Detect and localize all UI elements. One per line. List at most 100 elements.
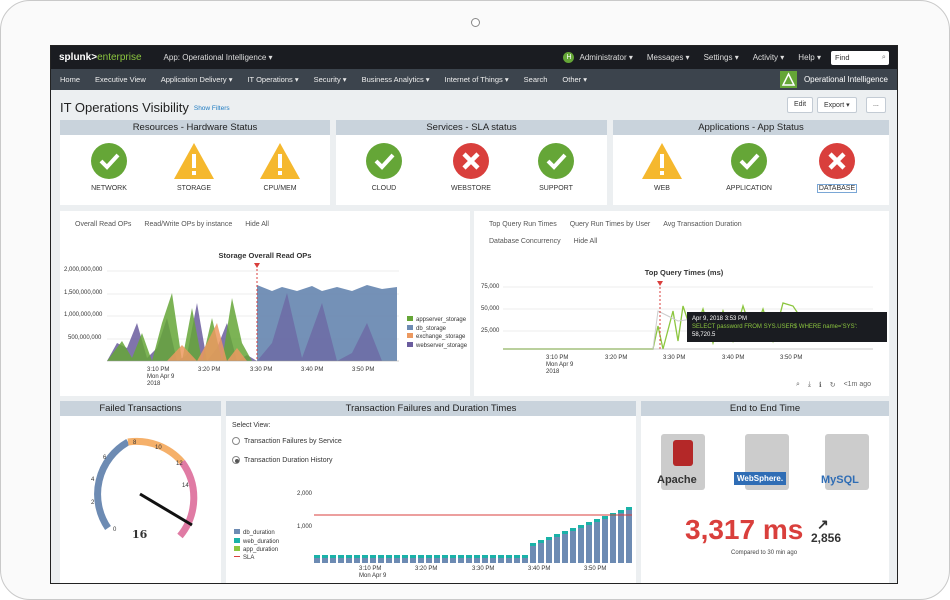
duration-bar-web — [562, 531, 568, 534]
support-status[interactable]: SUPPORT — [526, 142, 586, 192]
gauge-tick: 10 — [155, 445, 162, 451]
x-date: Mon Apr 9 — [546, 362, 574, 368]
duration-bar-web — [530, 543, 536, 546]
find-input[interactable]: Find ⌕ — [831, 50, 889, 65]
export-button[interactable]: Export ▾ — [817, 97, 857, 113]
tab-hide-all[interactable]: Hide All — [245, 221, 269, 228]
search-icon[interactable]: ⌕ — [796, 381, 800, 389]
nav-internet-of-things[interactable]: Internet of Things ▾ — [445, 75, 509, 84]
duration-bar — [546, 537, 552, 563]
radio-duration-history[interactable]: Transaction Duration History — [232, 456, 332, 464]
webstore-status[interactable]: WEBSTORE — [441, 142, 501, 192]
duration-bar-web — [394, 555, 400, 558]
legend-item[interactable]: webserver_storage — [407, 341, 467, 351]
title-row: IT Operations Visibility Show Filters — [51, 95, 897, 119]
x-tick: 3:40 PM — [722, 355, 745, 361]
duration-bar-web — [458, 555, 464, 558]
nav-security[interactable]: Security ▾ — [314, 75, 347, 84]
application-status[interactable]: APPLICATION — [719, 142, 779, 192]
activity-menu[interactable]: Activity ▾ — [753, 53, 785, 62]
web-status[interactable]: WEB — [632, 142, 692, 192]
gauge-tick: 0 — [113, 527, 117, 533]
y-tick: 500,000,000 — [68, 335, 102, 341]
more-button[interactable]: ... — [866, 97, 886, 113]
storage-status[interactable]: STORAGE — [164, 142, 224, 192]
duration-bar — [578, 525, 584, 563]
duration-bar-web — [514, 555, 520, 558]
export-icon[interactable]: ⤓ — [808, 381, 811, 389]
administrator-menu[interactable]: Administrator ▾ — [579, 53, 632, 62]
database-status[interactable]: DATABASE — [807, 142, 867, 193]
failed-transactions-header: Failed Transactions — [60, 401, 221, 416]
x-date: Mon Apr 9 — [359, 573, 387, 579]
tab-top-query-run-times[interactable]: Top Query Run Times — [489, 221, 557, 228]
legend-item[interactable]: db_duration — [234, 529, 279, 538]
legend-item[interactable]: SLA — [234, 555, 279, 563]
x-tick: 3:50 PM — [584, 566, 607, 572]
nav-bar: Home Executive View Application Delivery… — [51, 69, 897, 90]
legend-item[interactable]: db_storage — [407, 324, 467, 334]
query-chart-panel: Top Query Run Times Query Run Times by Us… — [474, 211, 889, 396]
x-date: 2018 — [546, 369, 560, 375]
legend-item[interactable]: app_duration — [234, 546, 279, 555]
duration-bar — [562, 531, 568, 563]
y-tick: 2,000,000,000 — [64, 267, 103, 273]
info-icon[interactable]: ℹ — [819, 381, 822, 389]
storage-chart-title: Storage Overall Read OPs — [218, 251, 312, 260]
compared-label: Compared to 30 min ago — [731, 550, 798, 556]
tab-hide-all[interactable]: Hide All — [574, 238, 598, 245]
duration-bar-web — [402, 555, 408, 558]
help-menu[interactable]: Help ▾ — [798, 53, 821, 62]
legend-item[interactable]: appserver_storage — [407, 316, 467, 325]
app-menu[interactable]: App: Operational Intelligence ▾ — [164, 53, 273, 62]
settings-menu[interactable]: Settings ▾ — [704, 53, 739, 62]
app-screen: splunk>enterprise App: Operational Intel… — [50, 45, 898, 584]
nav-other[interactable]: Other ▾ — [562, 75, 587, 84]
query-tabs-2: Database Concurrency Hide All — [489, 238, 610, 245]
nav-search[interactable]: Search — [524, 75, 548, 84]
nav-business-analytics[interactable]: Business Analytics ▾ — [362, 75, 430, 84]
duration-bar-web — [618, 510, 624, 513]
cpu-status[interactable]: CPU/MEM — [250, 142, 310, 192]
app-badge[interactable]: Operational Intelligence — [779, 71, 888, 88]
legend-item[interactable]: web_duration — [234, 537, 279, 547]
nav-home[interactable]: Home — [60, 75, 80, 84]
storage-tabs: Overall Read OPs Read/Write OPs by instan… — [75, 221, 282, 228]
edit-button[interactable]: Edit — [787, 97, 814, 113]
tab-overall-read-ops[interactable]: Overall Read OPs — [75, 221, 131, 228]
legend-item[interactable]: exchange_storage — [407, 333, 467, 342]
duration-bar-web — [378, 555, 384, 558]
x-tick: 3:50 PM — [352, 367, 375, 373]
x-tick: 3:30 PM — [663, 355, 686, 361]
show-filters-link[interactable]: Show Filters — [194, 105, 230, 112]
tab-database-concurrency[interactable]: Database Concurrency — [489, 238, 561, 245]
duration-bar-web — [330, 555, 336, 558]
y-tick: 1,000,000,000 — [64, 312, 103, 318]
tab-avg-transaction-duration[interactable]: Avg Transaction Duration — [663, 221, 741, 228]
avatar: H — [563, 52, 575, 63]
warning-icon — [174, 143, 214, 179]
y-tick: 1,000 — [297, 524, 313, 530]
radio-failures-by-service[interactable]: Transaction Failures by Service — [232, 437, 342, 445]
network-status[interactable]: NETWORK — [79, 142, 139, 192]
duration-bar-web — [586, 522, 592, 525]
apache-label: Apache — [657, 474, 697, 486]
nav-application-delivery[interactable]: Application Delivery ▾ — [161, 75, 233, 84]
duration-bar-web — [594, 519, 600, 522]
check-icon — [731, 143, 767, 179]
nav-executive-view[interactable]: Executive View — [95, 75, 146, 84]
x-tick: 3:10 PM — [147, 367, 170, 373]
y-tick: 50,000 — [481, 306, 500, 312]
duration-bar — [554, 534, 560, 563]
refresh-icon[interactable]: ↻ — [830, 381, 836, 389]
messages-menu[interactable]: Messages ▾ — [647, 53, 690, 62]
tab-read-write-ops[interactable]: Read/Write OPs by instance — [144, 221, 232, 228]
duration-bar-web — [346, 555, 352, 558]
gauge-tick: 12 — [176, 461, 183, 467]
camera-icon — [471, 18, 480, 27]
splunk-logo[interactable]: splunk>enterprise — [59, 52, 142, 63]
duration-bar-web — [370, 555, 376, 558]
nav-it-operations[interactable]: IT Operations ▾ — [247, 75, 298, 84]
cloud-status[interactable]: CLOUD — [354, 142, 414, 192]
tab-query-run-times-by-user[interactable]: Query Run Times by User — [570, 221, 651, 228]
